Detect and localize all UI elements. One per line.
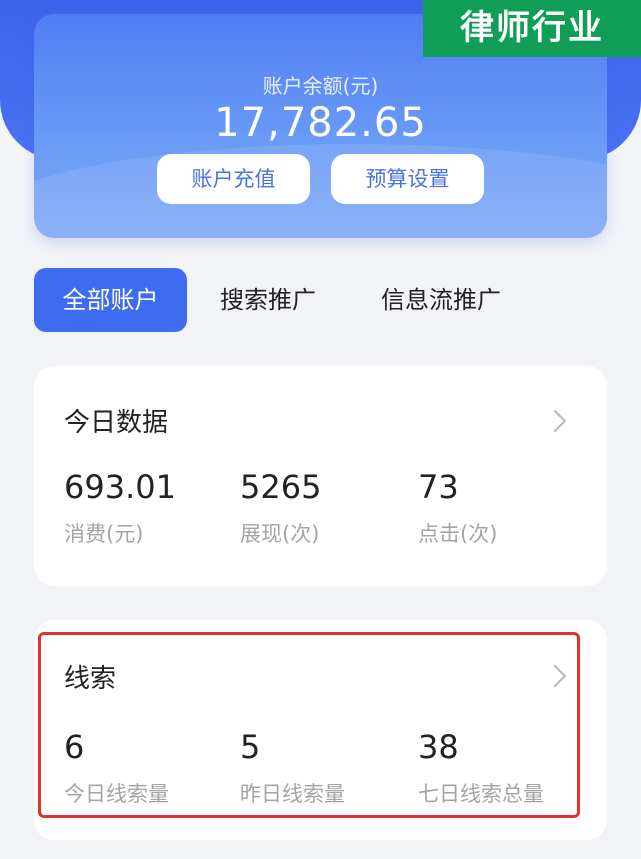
tab-search-promotion[interactable]: 搜索推广 [220,268,316,332]
tab-all-accounts[interactable]: 全部账户 [34,268,187,332]
tab-feed-promotion[interactable]: 信息流推广 [381,268,501,332]
clicks-value: 73 [418,468,459,506]
today-data-card[interactable]: 今日数据 693.01 消费(元) 5265 展现(次) 73 点击(次) [34,366,607,586]
chevron-right-icon[interactable] [543,409,567,433]
budget-settings-button[interactable]: 预算设置 [331,154,484,204]
impressions-label: 展现(次) [240,522,320,546]
spend-label: 消费(元) [64,522,144,546]
today-data-title: 今日数据 [64,408,169,438]
recharge-button[interactable]: 账户充值 [157,154,310,204]
spend-value: 693.01 [64,468,176,506]
industry-tag: 律师行业 [423,0,641,57]
balance-label: 账户余额(元) [262,74,379,98]
card-decoration [34,144,607,238]
clicks-label: 点击(次) [418,522,498,546]
balance-value: 17,782.65 [214,100,427,146]
leads-highlight-box [38,632,580,818]
impressions-value: 5265 [240,468,322,506]
